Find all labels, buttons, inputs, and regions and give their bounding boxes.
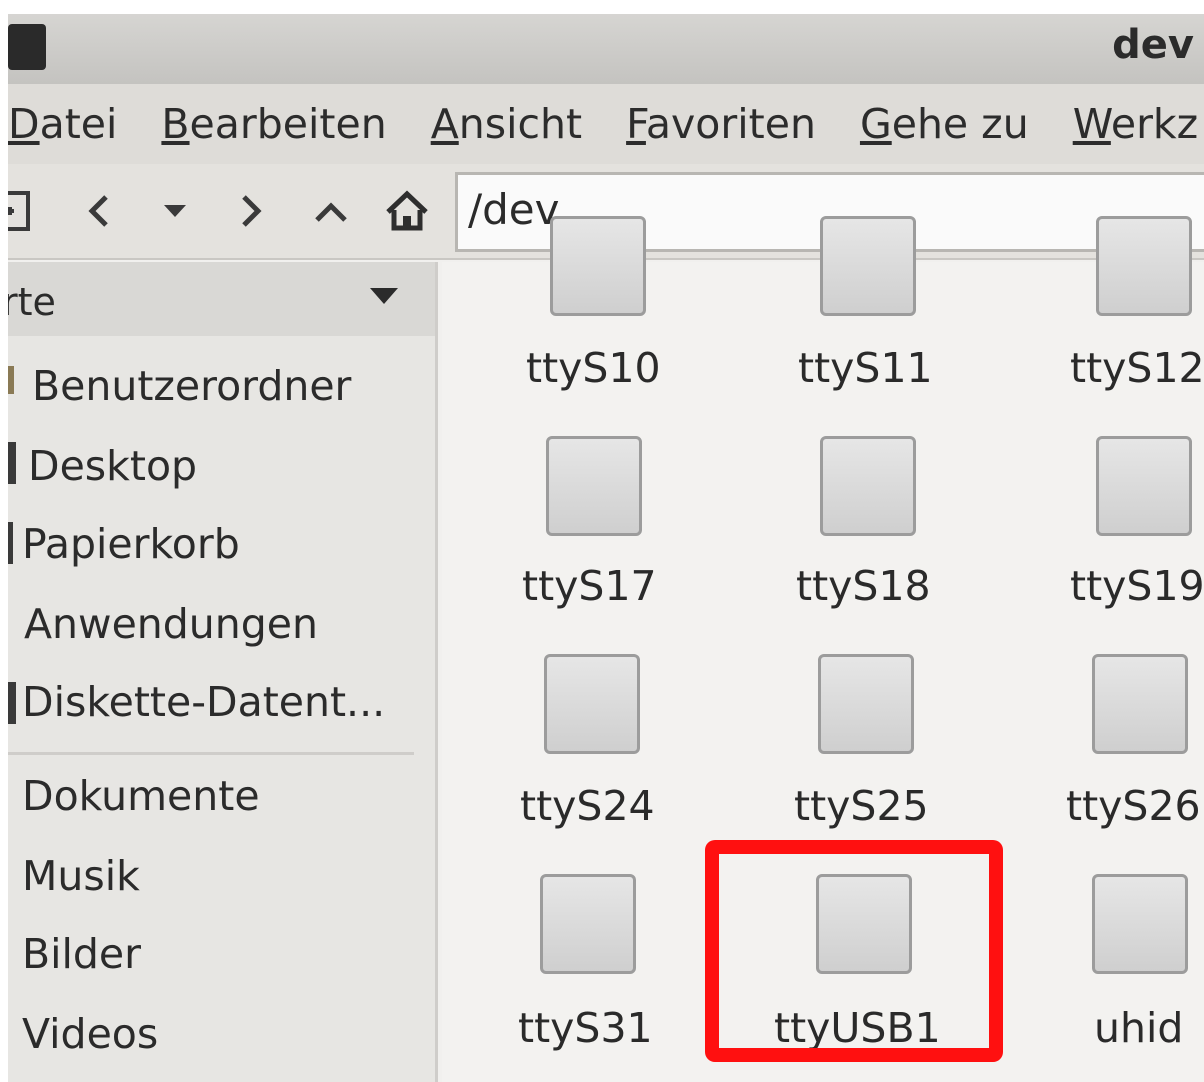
file-name: ttyS18 [796, 562, 931, 610]
sidebar-item-videos[interactable]: Videos [22, 1010, 158, 1058]
new-tab-icon[interactable] [8, 182, 46, 240]
file-icon [546, 436, 642, 536]
file-icon [540, 874, 636, 974]
file-icon [544, 654, 640, 754]
sidebar-item-papierkorb[interactable]: Papierkorb [22, 520, 240, 568]
sidebar-item-dokumente[interactable]: Dokumente [22, 772, 260, 820]
window-menu-icon[interactable] [8, 24, 46, 70]
menu-datei[interactable]: Datei [8, 100, 117, 148]
file-name: uhid [1094, 1004, 1184, 1052]
menu-bearbeiten[interactable]: Bearbeiten [161, 100, 386, 148]
file-name: ttyS31 [518, 1004, 653, 1052]
back-icon[interactable] [72, 182, 126, 240]
sidebar-divider [8, 752, 414, 755]
file-name: ttyS24 [520, 782, 655, 830]
menu-favoriten[interactable]: Favoriten [626, 100, 816, 148]
sidebar-item-bilder[interactable]: Bilder [22, 930, 141, 978]
file-icon [818, 654, 914, 754]
file-icon [1092, 874, 1188, 974]
file-icon [1092, 654, 1188, 754]
file-name: ttyS17 [522, 562, 657, 610]
sidebar-item-diskette[interactable]: Diskette-Datent... [22, 678, 385, 726]
file-manager-window: dev Datei Bearbeiten Ansicht Favoriten G… [8, 14, 1204, 1082]
file-icon [550, 216, 646, 316]
menu-ansicht[interactable]: Ansicht [431, 100, 582, 148]
file-name: ttyS10 [526, 344, 661, 392]
floppy-icon [8, 682, 16, 724]
file-icon [1096, 216, 1192, 316]
file-name: ttyS12 [1070, 344, 1204, 392]
home-icon[interactable] [380, 182, 434, 240]
menu-gehe-zu[interactable]: Gehe zu [860, 100, 1029, 148]
history-dropdown-icon[interactable] [148, 182, 202, 240]
parent-folder-icon[interactable] [304, 182, 358, 240]
sidebar-item-benutzerordner[interactable]: Benutzerordner [32, 362, 351, 410]
sidebar: rte Benutzerordner Desktop Papierkorb An… [8, 262, 438, 1082]
title-bar[interactable]: dev [8, 14, 1204, 84]
menu-werkzeuge[interactable]: Werkz [1073, 100, 1199, 148]
home-folder-icon [8, 366, 14, 394]
file-name: ttyS26 [1066, 782, 1201, 830]
file-name: ttyS19 [1070, 562, 1204, 610]
window-title: dev [1112, 22, 1194, 68]
file-name: ttyS25 [794, 782, 929, 830]
sidebar-item-desktop[interactable]: Desktop [28, 442, 197, 490]
location-path: /dev [468, 185, 560, 234]
forward-icon[interactable] [224, 182, 278, 240]
sidebar-header-label: rte [8, 280, 56, 324]
chevron-down-icon[interactable] [370, 288, 398, 304]
file-icon [820, 216, 916, 316]
trash-icon [8, 522, 13, 564]
sidebar-item-musik[interactable]: Musik [22, 852, 140, 900]
sidebar-header[interactable]: rte [8, 262, 435, 336]
file-icon [820, 436, 916, 536]
highlight-box [705, 840, 1003, 1062]
desktop-icon [8, 442, 16, 484]
file-name: ttyS11 [798, 344, 933, 392]
file-icon [1096, 436, 1192, 536]
sidebar-item-anwendungen[interactable]: Anwendungen [24, 600, 318, 648]
menu-bar: Datei Bearbeiten Ansicht Favoriten Gehe … [8, 84, 1204, 164]
